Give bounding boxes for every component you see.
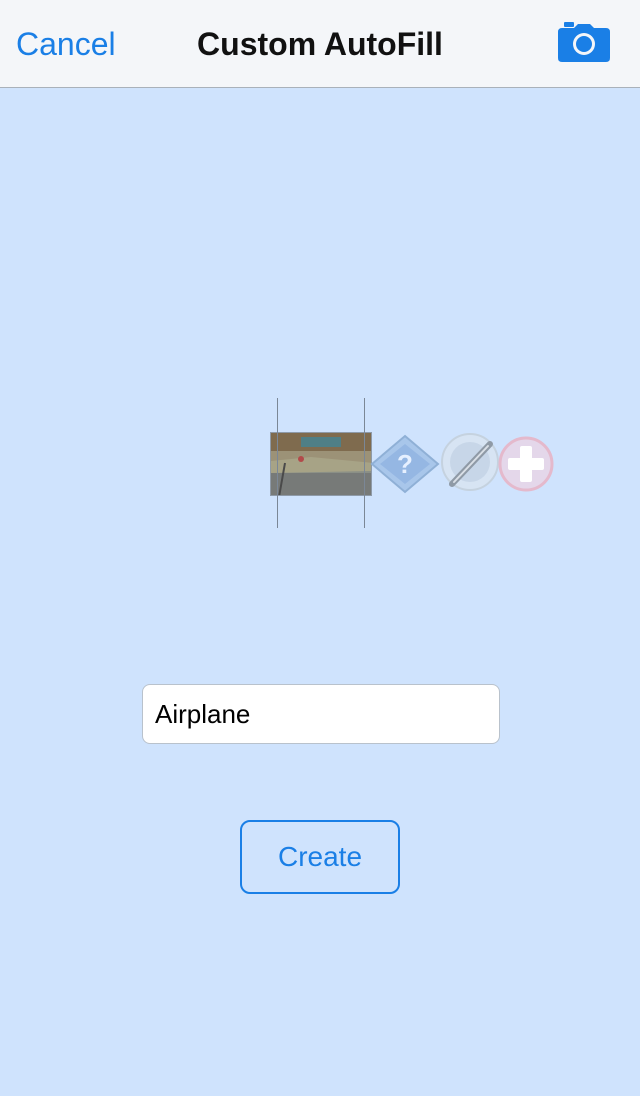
name-input[interactable] bbox=[142, 684, 500, 744]
right-guide-line[interactable] bbox=[364, 398, 365, 528]
create-button[interactable]: Create bbox=[240, 820, 400, 894]
image-strip[interactable]: ? bbox=[270, 398, 560, 530]
photo-thumbnail[interactable] bbox=[270, 432, 372, 496]
plus-circle-icon[interactable] bbox=[498, 432, 554, 501]
magnifier-lens-icon[interactable] bbox=[436, 432, 506, 501]
camera-icon[interactable] bbox=[558, 22, 610, 62]
left-guide-line[interactable] bbox=[277, 398, 278, 528]
navigation-bar: Cancel Custom AutoFill bbox=[0, 0, 640, 88]
svg-text:?: ? bbox=[397, 449, 413, 479]
question-diamond-icon[interactable]: ? bbox=[370, 434, 440, 499]
page-title: Custom AutoFill bbox=[197, 26, 443, 62]
